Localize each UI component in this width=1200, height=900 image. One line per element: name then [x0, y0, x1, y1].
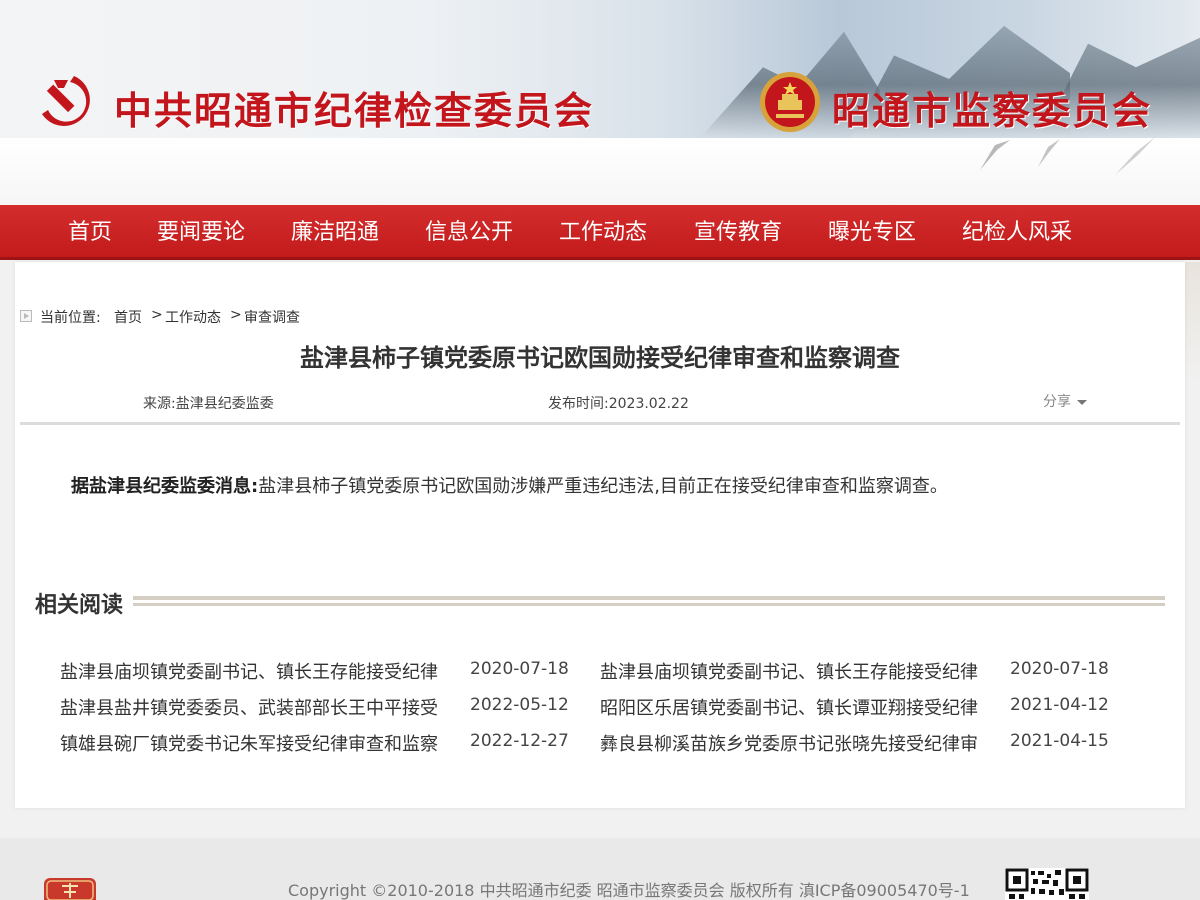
breadcrumb-separator: >	[151, 307, 163, 323]
share-button[interactable]: 分享	[1043, 391, 1087, 411]
related-link[interactable]: 盐津县庙坝镇党委副书记、镇长王存能接受纪律	[600, 658, 980, 684]
article-text: 盐津县柿子镇党委原书记欧国勋涉嫌严重违纪违法,目前正在接受纪律审查和监察调查。	[258, 476, 948, 497]
related-date: 2021-04-15	[1010, 731, 1109, 751]
header-cloud-band	[0, 138, 1200, 205]
qr-code-icon	[1005, 868, 1089, 900]
nav-item-exposure[interactable]: 曝光专区	[828, 205, 916, 260]
party-emblem-icon	[42, 76, 90, 126]
related-date: 2022-12-27	[470, 731, 569, 751]
nav-item-integrity[interactable]: 廉洁昭通	[291, 205, 379, 260]
nav-item-disclosure[interactable]: 信息公开	[425, 205, 513, 260]
footer-copyright: Copyright ©2010-2018 中共昭通市纪委 昭通市监察委员会 版权…	[288, 881, 970, 900]
related-date: 2022-05-12	[470, 695, 569, 715]
related-reading-rule	[133, 596, 1165, 606]
breadcrumb-separator: >	[230, 307, 242, 323]
crane-icon	[1115, 137, 1155, 175]
article-divider	[20, 422, 1180, 425]
related-link[interactable]: 昭阳区乐居镇党委副书记、镇长谭亚翔接受纪律	[600, 694, 980, 720]
related-link[interactable]: 镇雄县碗厂镇党委书记朱军接受纪律审查和监察	[60, 730, 440, 756]
breadcrumb-work-updates[interactable]: 工作动态	[165, 307, 221, 327]
crane-icon	[1038, 139, 1060, 167]
breadcrumb-label: 当前位置:	[40, 310, 101, 326]
article-title: 盐津县柿子镇党委原书记欧国勋接受纪律审查和监察调查	[300, 344, 900, 372]
site-title-discipline-commission: 中共昭通市纪律检查委员会	[114, 89, 595, 133]
breadcrumb-arrow-icon	[20, 310, 32, 322]
related-link[interactable]: 彝良县柳溪苗族乡党委原书记张晓先接受纪律审	[600, 730, 980, 756]
breadcrumb-home[interactable]: 首页	[114, 307, 142, 327]
related-reading-title: 相关阅读	[35, 593, 124, 618]
nav-item-staff[interactable]: 纪检人风采	[962, 205, 1072, 260]
national-emblem-icon	[760, 72, 820, 132]
article-lead: 据盐津县纪委监委消息:	[71, 476, 259, 497]
nav-item-education[interactable]: 宣传教育	[694, 205, 782, 260]
footer-logo-icon	[44, 878, 96, 900]
chevron-down-icon	[1077, 399, 1087, 405]
related-link[interactable]: 盐津县盐井镇党委委员、武装部部长王中平接受	[60, 694, 440, 720]
related-date: 2021-04-12	[1010, 695, 1109, 715]
share-label: 分享	[1043, 394, 1071, 410]
nav-item-home[interactable]: 首页	[68, 205, 112, 260]
nav-item-news[interactable]: 要闻要论	[157, 205, 245, 260]
related-date: 2020-07-18	[1010, 659, 1109, 679]
nav-item-work-updates[interactable]: 工作动态	[559, 205, 647, 260]
breadcrumb-investigation[interactable]: 审查调查	[244, 307, 300, 327]
article-body: 据盐津县纪委监委消息:盐津县柿子镇党委原书记欧国勋涉嫌严重违纪违法,目前正在接受…	[71, 472, 948, 498]
main-nav: 首页 要闻要论 廉洁昭通 信息公开 工作动态 宣传教育 曝光专区 纪检人风采	[0, 205, 1200, 260]
related-date: 2020-07-18	[470, 659, 569, 679]
site-title-supervision-commission: 昭通市监察委员会	[832, 89, 1153, 133]
article-publish-date: 发布时间:2023.02.22	[548, 396, 689, 412]
related-link[interactable]: 盐津县庙坝镇党委副书记、镇长王存能接受纪律	[60, 658, 440, 684]
article-source: 来源:盐津县纪委监委	[143, 396, 274, 412]
crane-icon	[980, 140, 1010, 170]
